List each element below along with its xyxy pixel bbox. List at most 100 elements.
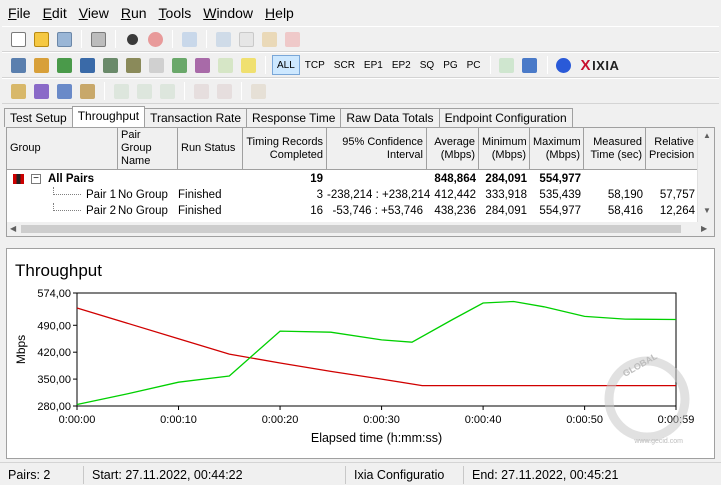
menu-mnemonic: V — [78, 5, 88, 21]
filter-ep1-button[interactable]: EP1 — [360, 55, 387, 75]
edit-icon[interactable] — [146, 55, 166, 75]
cell-average: 438,236 — [434, 205, 476, 217]
menu-mnemonic: T — [158, 5, 166, 21]
filter-scr-button[interactable]: SCR — [330, 55, 359, 75]
topology-icon[interactable] — [77, 55, 97, 75]
col-header-minimum[interactable]: Minimum (Mbps) — [479, 128, 530, 169]
expander-icon[interactable]: − — [31, 174, 41, 184]
run-icon[interactable] — [122, 29, 142, 49]
all-pairs-row[interactable]: − All Pairs 19 848,864 284,091 554,977 — [7, 171, 698, 187]
col-header-average-line2: (Mbps) — [440, 148, 475, 161]
endpoint-icon[interactable] — [54, 55, 74, 75]
status-bar: Pairs: 2 Start: 27.11.2022, 00:44:22 Ixi… — [0, 462, 721, 485]
filter-pg-button[interactable]: PG — [439, 55, 461, 75]
filter-all-button[interactable]: ALL — [272, 55, 300, 75]
settings-icon[interactable] — [77, 81, 97, 101]
toolbar-separator — [81, 30, 82, 48]
filter-sq-button[interactable]: SQ — [416, 55, 438, 75]
scroll-left-icon[interactable]: ◀ — [10, 224, 16, 233]
multicast-icon[interactable] — [123, 55, 143, 75]
col-header-average[interactable]: Average (Mbps) — [427, 128, 479, 169]
tab-response-time[interactable]: Response Time — [246, 108, 342, 127]
tab-test-setup[interactable]: Test Setup — [4, 108, 73, 127]
menu-mnemonic: E — [42, 5, 52, 21]
col-header-run-status[interactable]: Run Status — [178, 128, 243, 169]
grid-horizontal-scrollbar[interactable]: ◀ ▶ — [7, 222, 714, 236]
menu-mnemonic: W — [203, 5, 217, 21]
delete-icon[interactable] — [282, 29, 302, 49]
tab-endpoint-configuration[interactable]: Endpoint Configuration — [438, 108, 573, 127]
col-header-confidence[interactable]: 95% Confidence Interval — [327, 128, 427, 169]
filter-ep2-button[interactable]: EP2 — [388, 55, 415, 75]
options-icon[interactable] — [215, 55, 235, 75]
menu-help[interactable]: Help — [261, 5, 302, 21]
script-icon[interactable] — [169, 55, 189, 75]
tools-icon[interactable] — [54, 81, 74, 101]
pin-icon[interactable] — [31, 81, 51, 101]
col-header-pair-group-name[interactable]: Pair Group Name — [118, 128, 178, 169]
table-row[interactable]: Pair 2 No Group Finished 16 -53,746 : +53,74… — [7, 203, 698, 219]
new-file-icon[interactable] — [8, 29, 28, 49]
col-header-average-line1: Average — [434, 135, 475, 148]
info-icon[interactable] — [554, 55, 574, 75]
y-tick-label: 350,00 — [37, 374, 71, 386]
tab-throughput[interactable]: Throughput — [71, 106, 146, 127]
scroll-up-icon[interactable]: ▲ — [703, 131, 711, 140]
cell-status: Finished — [178, 189, 222, 201]
status-pairs: Pairs: 2 — [4, 466, 84, 484]
toolbar-separator — [172, 30, 173, 48]
network-icon[interactable] — [31, 55, 51, 75]
toolbar-separator — [241, 82, 242, 100]
col-header-maximum[interactable]: Maximum (Mbps) — [530, 128, 584, 169]
col-header-relative-precision[interactable]: Relative Precision — [646, 128, 698, 169]
cut-icon[interactable] — [213, 29, 233, 49]
disabled-check-icon — [157, 81, 177, 101]
filter-tcp-button[interactable]: TCP — [301, 55, 329, 75]
bandwidth-icon[interactable] — [192, 55, 212, 75]
disabled-link-icon — [111, 81, 131, 101]
menu-window[interactable]: Window — [199, 5, 261, 21]
menu-edit[interactable]: Edit — [39, 5, 75, 21]
x-tick-label: 0:00:50 — [566, 414, 603, 426]
scroll-down-icon[interactable]: ▼ — [703, 206, 711, 215]
scroll-right-icon[interactable]: ▶ — [701, 224, 707, 233]
y-tick-label: 490,00 — [37, 320, 71, 332]
print-icon[interactable] — [88, 29, 108, 49]
menu-file[interactable]: File — [4, 5, 39, 21]
menu-tools[interactable]: Tools — [155, 5, 200, 21]
export-icon[interactable] — [497, 55, 517, 75]
scrollbar-thumb[interactable] — [21, 225, 681, 233]
menu-view[interactable]: View — [75, 5, 117, 21]
window-icon[interactable] — [520, 55, 540, 75]
table-row[interactable]: Pair 1 No Group Finished 3 -238,214 : +238,2… — [7, 187, 698, 203]
x-tick-label: 0:00:30 — [363, 414, 400, 426]
grid-vertical-scrollbar[interactable]: ▲ ▼ — [697, 128, 714, 223]
pairs-icon[interactable] — [8, 55, 28, 75]
col-header-minimum-line1: Minimum — [482, 135, 527, 148]
cell-time: 58,190 — [607, 189, 643, 201]
menu-run[interactable]: Run — [117, 5, 155, 21]
stop-icon[interactable] — [145, 29, 165, 49]
col-header-group[interactable]: Group — [7, 128, 118, 169]
toolbar-separator — [115, 30, 116, 48]
tab-raw-data-totals[interactable]: Raw Data Totals — [340, 108, 440, 127]
wizard-icon[interactable] — [8, 81, 28, 101]
filter-pc-button[interactable]: PC — [463, 55, 485, 75]
monitor-icon[interactable] — [100, 55, 120, 75]
copy-icon[interactable] — [236, 29, 256, 49]
col-header-timing-records[interactable]: Timing Records Completed — [243, 128, 327, 169]
open-folder-icon[interactable] — [31, 29, 51, 49]
col-header-measured-time[interactable]: Measured Time (sec) — [584, 128, 646, 169]
refresh-icon[interactable] — [179, 29, 199, 49]
pair-count-icon[interactable] — [238, 55, 258, 75]
throughput-chart: Throughput 280,00 350,00 420,00 490,00 574,00… — [14, 261, 694, 445]
all-pairs-records: 19 — [310, 173, 323, 185]
watermark-url: www.gecid.com — [633, 438, 683, 445]
status-start: Start: 27.11.2022, 00:44:22 — [88, 466, 346, 484]
save-icon[interactable] — [54, 29, 74, 49]
paste-icon[interactable] — [259, 29, 279, 49]
y-tick-label: 574,00 — [37, 288, 71, 300]
col-header-group-label: Group — [10, 142, 41, 154]
col-header-confidence-line2: Interval — [386, 148, 423, 161]
tab-transaction-rate[interactable]: Transaction Rate — [144, 108, 248, 127]
